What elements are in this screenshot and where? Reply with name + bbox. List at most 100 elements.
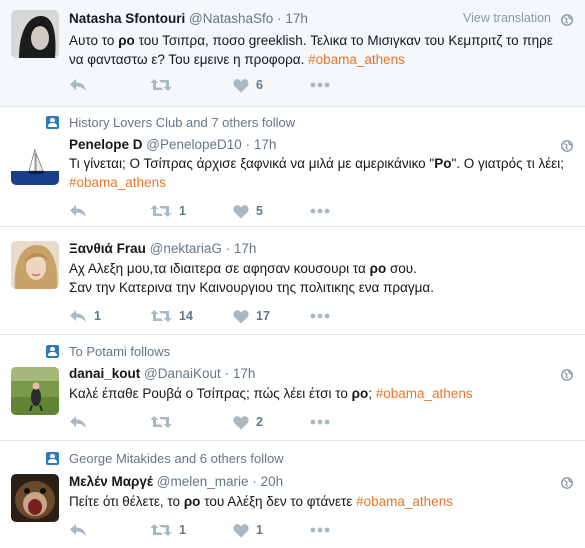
globe-icon [561,140,573,152]
hashtag-link[interactable]: #obama_athens [308,52,405,67]
text-run: Σαν την Κατερινα την Καινουργιου της πολ… [69,280,434,295]
tweet-timestamp[interactable]: 17h [285,11,308,26]
like-icon [233,523,249,538]
text-run: Αυτο το [69,33,119,48]
like-button[interactable]: 6 [233,76,263,94]
tweet-handle[interactable]: @NatashaSfo [189,11,273,26]
separator-dot: · [245,137,251,152]
like-count: 17 [256,309,270,323]
tweet-timestamp[interactable]: 17h [254,137,277,152]
reply-button[interactable] [69,521,94,539]
tweet[interactable]: Ξανθιά Frau @nektariaG · 17h Αχ Αλεξη μο… [0,227,585,334]
more-button[interactable] [310,307,330,325]
tweet-fullname[interactable]: danai_kout [69,366,140,381]
like-button[interactable]: 2 [233,413,263,431]
text-run: Τι γίνεται; Ο Τσίπρας άρχισε ξαφνικά να … [69,156,435,171]
tweet-handle[interactable]: @DanaiKout [144,366,221,381]
tweet-timestamp[interactable]: 17h [233,366,256,381]
more-dots-icon [310,313,330,319]
retweet-icon [150,522,172,538]
tweet[interactable]: History Lovers Club and 7 others follow … [0,107,585,226]
retweet-icon [150,414,172,430]
like-icon [233,204,249,219]
retweet-button[interactable]: 1 [150,202,186,220]
text-run: ; [368,386,376,401]
bold-text: ρο [351,386,369,401]
tweet-timestamp[interactable]: 17h [234,241,257,256]
retweet-icon [150,203,172,219]
social-context[interactable]: George Mitakides and 6 others follow [69,451,284,466]
avatar[interactable] [11,10,59,58]
more-dots-icon [310,208,330,214]
like-button[interactable]: 17 [233,307,270,325]
like-icon [233,309,249,324]
tweet-handle[interactable]: @PenelopeD10 [146,137,242,152]
tweet[interactable]: To Potami follows danai_kout @DanaiKout … [0,335,585,440]
hashtag-link[interactable]: #obama_athens [69,175,166,190]
tweet[interactable]: Natasha Sfontouri @NatashaSfo · 17h View… [0,0,585,106]
retweet-icon [150,77,172,93]
reply-button[interactable] [69,202,94,220]
tweet-text: Αχ Αλεξη μου,τα ιδιαιτερα σε αφησαν κουσ… [69,259,569,297]
user-follow-icon [46,345,59,358]
social-context[interactable]: To Potami follows [69,344,170,359]
tweet-fullname[interactable]: Ξανθιά Frau [69,241,146,256]
like-icon [233,78,249,93]
tweet-fullname[interactable]: Natasha Sfontouri [69,11,185,26]
retweet-button[interactable]: 1 [150,521,186,539]
avatar[interactable] [11,367,59,415]
social-context[interactable]: History Lovers Club and 7 others follow [69,115,295,130]
hashtag-link[interactable]: #obama_athens [356,494,453,509]
bold-text: ρο [183,494,201,509]
user-follow-icon [46,116,59,129]
hashtag-link[interactable]: #obama_athens [376,386,473,401]
timeline: Natasha Sfontouri @NatashaSfo · 17h View… [0,0,585,548]
globe-icon [561,477,573,489]
text-run: Πείτε ότι θέλετε, το [69,494,184,509]
more-button[interactable] [310,413,330,431]
more-dots-icon [310,419,330,425]
reply-button[interactable]: 1 [69,307,101,325]
more-button[interactable] [310,521,330,539]
retweet-button[interactable] [150,76,179,94]
like-count: 1 [256,523,263,537]
globe-icon [561,369,573,381]
bold-text: Ρο [434,156,452,171]
tweet-handle[interactable]: @melen_marie [157,474,249,489]
like-icon [233,415,249,430]
retweet-count: 14 [179,309,193,323]
tweet-text: Αυτο το ρο του Τσιπρα, ποσο greeklish. Τ… [69,31,569,69]
more-button[interactable] [310,76,330,94]
user-follow-icon [46,452,59,465]
separator-dot: · [224,366,230,381]
reply-icon [69,414,87,430]
retweet-count: 1 [179,523,186,537]
avatar[interactable] [11,241,59,289]
like-button[interactable]: 5 [233,202,263,220]
view-translation-link[interactable]: View translation [463,11,551,25]
tweet[interactable]: George Mitakides and 6 others follow Μελ… [0,441,585,548]
tweet-timestamp[interactable]: 20h [261,474,284,489]
text-run: Αχ Αλεξη μου,τα ιδιαιτερα σε αφησαν κουσ… [69,261,370,276]
retweet-button[interactable] [150,413,179,431]
reply-button[interactable] [69,413,94,431]
reply-button[interactable] [69,76,94,94]
reply-icon [69,203,87,219]
tweet-handle[interactable]: @nektariaG [150,241,222,256]
reply-count: 1 [94,309,101,323]
retweet-button[interactable]: 14 [150,307,193,325]
tweet-fullname[interactable]: Penelope D [69,137,143,152]
avatar[interactable] [11,474,59,522]
text-run: του Αλέξη δεν το φτάνετε [200,494,357,509]
avatar[interactable] [11,137,59,185]
reply-icon [69,522,87,538]
like-button[interactable]: 1 [233,521,263,539]
more-dots-icon [310,82,330,88]
text-run: Καλέ έπαθε Ρουβά ο Τσίπρας; πώς λέει έτσ… [69,386,352,401]
bold-text: ρο [369,261,387,276]
like-count: 5 [256,204,263,218]
separator-dot: · [225,241,231,256]
tweet-fullname[interactable]: Μελέν Μαργέ [69,474,153,489]
more-button[interactable] [310,202,330,220]
separator-dot: · [252,474,257,489]
